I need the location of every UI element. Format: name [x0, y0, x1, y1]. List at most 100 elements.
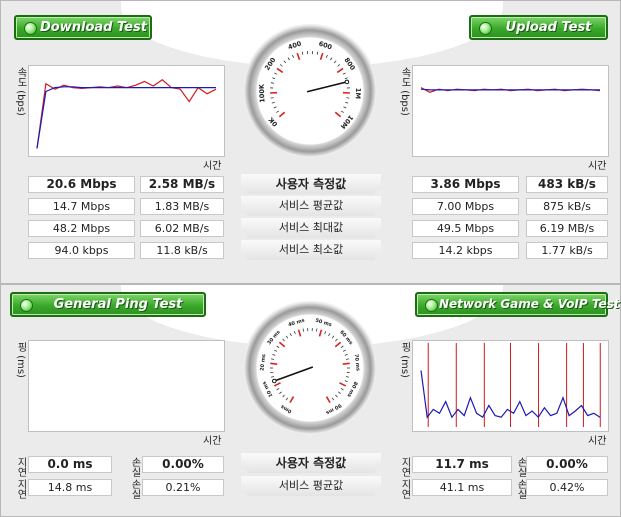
minor-tick: [276, 110, 280, 113]
upload-kbs-value: 875 kB/s: [526, 198, 608, 215]
ping-gauge: 0ms 10 ms 20 ms 30 ms 40 ms 50 ms 60 ms 70 ms 80…: [243, 301, 377, 435]
download-mbps-value: 20.6 Mbps: [28, 176, 135, 193]
minor-tick: [285, 335, 289, 339]
minor-tick: [345, 358, 350, 360]
upload-kbs-value: 1.77 kB/s: [526, 242, 608, 259]
major-tick: [270, 362, 278, 365]
minor-tick: [292, 54, 295, 58]
status-led-icon: [479, 22, 492, 35]
minor-tick: [330, 57, 333, 61]
minor-tick: [283, 60, 287, 64]
minor-tick: [340, 387, 344, 391]
major-tick: [273, 382, 281, 387]
ping-delay-value: 14.8 ms: [28, 479, 112, 496]
download-test-label: Download Test: [40, 20, 147, 35]
minor-tick: [279, 64, 283, 67]
gauge-tick-label: 20 ms: [259, 354, 267, 371]
minor-tick: [344, 380, 348, 383]
ping-loss-value: 0.21%: [142, 479, 224, 496]
game-graph: [412, 340, 609, 432]
gauge-tick-label: 200: [263, 56, 278, 72]
upload-test-button[interactable]: Upload Test: [469, 15, 608, 40]
download-mbps-value: 14.7 Mbps: [28, 198, 135, 215]
gauge-tick-label: 30 ms: [266, 329, 281, 346]
ping-gauge-dial: 0ms 10 ms 20 ms 30 ms 40 ms 50 ms 60 ms70 ms 80…: [259, 318, 361, 416]
gauge-needle-tip: [271, 378, 277, 384]
upload-x-axis-label: 시간: [588, 161, 607, 172]
major-tick: [296, 52, 301, 60]
minor-tick: [282, 338, 285, 342]
game-y-axis-label: 핑 (ms): [399, 342, 410, 378]
upload-mbps-value: 49.5 Mbps: [412, 220, 519, 237]
minor-tick: [316, 51, 319, 55]
minor-tick: [344, 77, 348, 80]
major-tick: [289, 396, 295, 404]
minor-tick: [282, 394, 285, 398]
major-tick: [278, 341, 286, 348]
speed-gauge-dial: 0K 100K 200 400 600 800 1M 10M: [258, 39, 363, 130]
major-tick: [276, 67, 284, 74]
upload-kbs-value: 6.19 MB/s: [526, 220, 608, 237]
ping-x-axis-label: 시간: [203, 436, 222, 447]
ping-row-label: 사용자 측정값: [241, 453, 381, 473]
speed-row-label: 서비스 평균값: [241, 196, 381, 216]
ping-row-label: 서비스 평균값: [241, 476, 381, 496]
minor-tick: [331, 335, 335, 339]
ping-graph: [28, 340, 225, 432]
gauge-tick-label: 10M: [339, 113, 355, 130]
minor-tick: [271, 101, 275, 104]
minor-tick: [342, 72, 346, 75]
minor-tick: [324, 331, 327, 335]
major-tick: [318, 329, 323, 337]
status-led-icon: [20, 299, 33, 312]
game-loss-value: 0.00%: [526, 456, 608, 473]
minor-tick: [287, 57, 290, 61]
game-delay-value: 41.1 ms: [412, 479, 512, 496]
ping-y-axis-label: 핑 (ms): [15, 342, 26, 378]
gauge-tick-label: 100K: [258, 83, 267, 103]
minor-tick: [272, 77, 276, 80]
minor-tick: [274, 349, 278, 352]
download-mbs-value: 1.83 MB/s: [140, 198, 224, 215]
download-graph: [28, 65, 225, 157]
upload-line-chart: [420, 87, 601, 93]
game-loss-value: 0.42%: [526, 479, 608, 496]
minor-tick: [289, 333, 292, 337]
download-mbps-value: 94.0 kbps: [28, 242, 135, 259]
gauge-tick-label: 40 ms: [288, 318, 306, 329]
status-led-icon: [425, 299, 438, 312]
minor-tick: [279, 391, 282, 395]
gauge-needle-tip: [344, 79, 350, 85]
major-tick: [339, 382, 347, 387]
speed-row-label: 사용자 측정값: [241, 174, 381, 194]
download-x-axis-label: 시간: [203, 161, 222, 172]
major-tick: [334, 111, 342, 118]
gauge-tick-label: 600: [318, 40, 334, 52]
gauge-tick-label: 70 ms: [353, 354, 361, 371]
minor-tick: [273, 106, 277, 109]
minor-tick: [335, 338, 338, 342]
minor-tick: [316, 328, 318, 332]
gauge-tick-label: 1M: [354, 88, 363, 99]
major-tick: [325, 396, 331, 404]
minor-tick: [345, 101, 349, 104]
delay-side-label: 지연: [15, 479, 26, 499]
minor-tick: [274, 72, 278, 75]
minor-tick: [328, 333, 331, 337]
game-delay-value: 11.7 ms: [412, 456, 512, 473]
ping-test-label: General Ping Test: [53, 297, 183, 312]
minor-tick: [302, 328, 304, 332]
minor-tick: [270, 376, 275, 378]
upload-graph: [412, 65, 609, 157]
general-ping-test-button[interactable]: General Ping Test: [10, 292, 206, 317]
minor-tick: [340, 345, 344, 349]
network-game-voip-test-button[interactable]: Network Game & VoIP Test: [415, 292, 620, 317]
loss-side-label: 손실: [129, 479, 140, 499]
minor-tick: [276, 345, 280, 349]
gauge-needle: [306, 81, 348, 93]
major-tick: [336, 67, 344, 74]
minor-tick: [285, 397, 289, 401]
series-line-1: [36, 86, 216, 149]
download-test-button[interactable]: Download Test: [14, 15, 152, 40]
minor-tick: [333, 60, 337, 64]
